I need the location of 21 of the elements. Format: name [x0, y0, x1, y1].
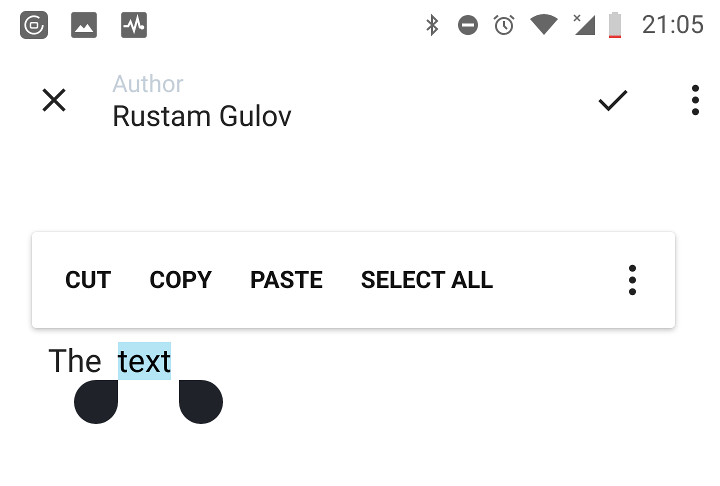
- field-label: Author: [112, 70, 184, 98]
- selection-handle[interactable]: [74, 380, 118, 424]
- selected-text: text: [118, 342, 172, 380]
- body-text: The: [48, 342, 103, 380]
- image-icon: [70, 11, 98, 39]
- alarm-icon: [492, 13, 516, 37]
- toolbar-action[interactable]: COPY: [130, 256, 231, 304]
- do-not-disturb-icon: [456, 13, 480, 37]
- author-field[interactable]: Rustam Gulov: [112, 100, 292, 134]
- signal-icon: [572, 13, 596, 37]
- more-options-button[interactable]: [628, 264, 637, 296]
- app-notification-icon: [20, 11, 48, 39]
- more-options-button[interactable]: [691, 84, 700, 116]
- selection-handle[interactable]: [179, 380, 224, 424]
- battery-icon: [608, 12, 622, 38]
- toolbar-action[interactable]: PASTE: [230, 256, 342, 304]
- pulse-icon: [120, 11, 148, 39]
- wifi-icon: [528, 13, 560, 37]
- toolbar-action[interactable]: SELECT ALL: [342, 256, 512, 304]
- toolbar-action[interactable]: CUT: [46, 256, 130, 304]
- clock-time: 21:05: [642, 10, 704, 40]
